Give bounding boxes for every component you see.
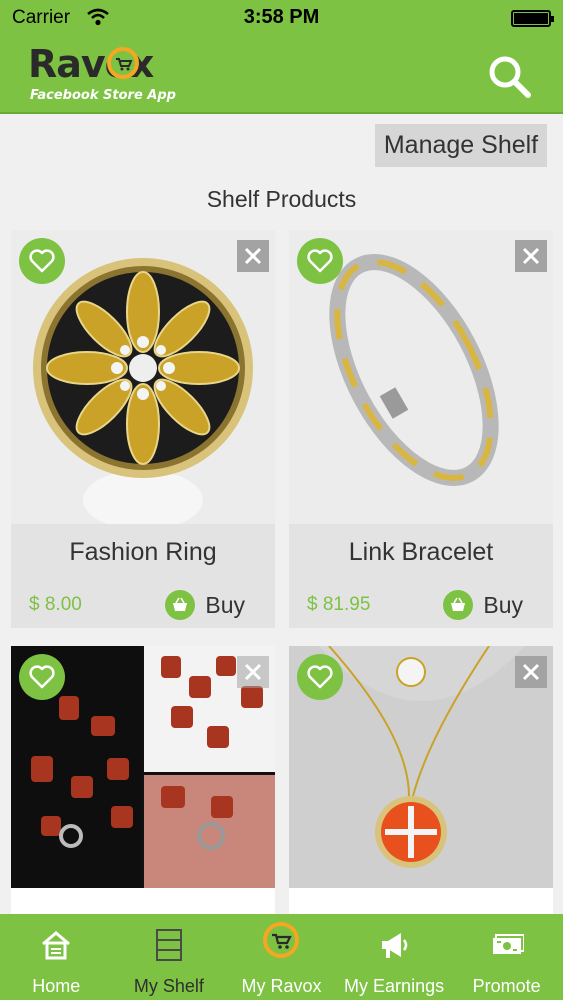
logo-cart-icon — [107, 47, 139, 79]
tab-my-shelf[interactable]: My Shelf — [113, 914, 226, 1000]
logo-subtitle: Facebook Store App — [30, 88, 176, 103]
close-icon[interactable] — [237, 240, 269, 272]
ravox-logo[interactable]: Ravox Facebook Store App — [28, 40, 188, 110]
shelf-content[interactable]: Manage Shelf Shelf Products Fashion Ring… — [0, 116, 563, 914]
manage-shelf-button[interactable]: Manage Shelf — [375, 124, 547, 167]
tab-home[interactable]: Home — [0, 914, 113, 1000]
tab-label: My Ravox — [241, 976, 322, 996]
shelf-icon — [155, 929, 182, 961]
search-icon[interactable] — [485, 52, 533, 100]
tab-label: Home — [32, 976, 81, 996]
section-title: Shelf Products — [206, 186, 357, 212]
money-icon — [492, 934, 524, 954]
battery-icon — [511, 10, 554, 27]
favorite-heart-icon[interactable] — [19, 654, 65, 700]
tab-my-earnings[interactable]: My Earnings — [338, 914, 451, 1000]
close-icon[interactable] — [515, 240, 547, 272]
product-card[interactable]: Fashion Ring $ 8.00 Buy — [11, 230, 275, 628]
app-header: Ravox Facebook Store App — [0, 36, 563, 114]
product-name: Fashion Ring — [69, 538, 217, 566]
product-card[interactable] — [11, 646, 275, 914]
buy-button[interactable]: Buy — [165, 588, 245, 622]
product-card[interactable] — [289, 646, 553, 914]
product-card[interactable]: Link Bracelet $ 81.95 Buy — [289, 230, 553, 628]
close-icon[interactable] — [515, 656, 547, 688]
favorite-heart-icon[interactable] — [19, 238, 65, 284]
buy-label: Buy — [483, 591, 523, 618]
favorite-heart-icon[interactable] — [297, 654, 343, 700]
favorite-heart-icon[interactable] — [297, 238, 343, 284]
tab-label: My Earnings — [344, 976, 445, 996]
ravox-cart-icon — [263, 922, 300, 958]
home-icon — [42, 931, 71, 960]
close-icon[interactable] — [237, 656, 269, 688]
product-price: $ 8.00 — [29, 594, 82, 615]
buy-button[interactable]: Buy — [443, 588, 523, 622]
basket-icon — [165, 590, 196, 620]
basket-icon — [443, 590, 474, 620]
product-name: Link Bracelet — [348, 538, 494, 566]
tab-promote[interactable]: Promote — [450, 914, 563, 1000]
buy-label: Buy — [205, 591, 245, 618]
status-bar: Carrier 3:58 PM — [0, 0, 563, 36]
tab-bar: Home My Shelf My Ravox My Earnings Promo… — [0, 914, 563, 1000]
megaphone-icon — [382, 933, 408, 958]
tab-my-ravox[interactable]: My Ravox — [225, 914, 338, 1000]
product-price: $ 81.95 — [307, 594, 371, 615]
clock: 3:58 PM — [243, 6, 320, 28]
tab-label: My Shelf — [133, 976, 204, 996]
tab-label: Promote — [472, 976, 541, 996]
